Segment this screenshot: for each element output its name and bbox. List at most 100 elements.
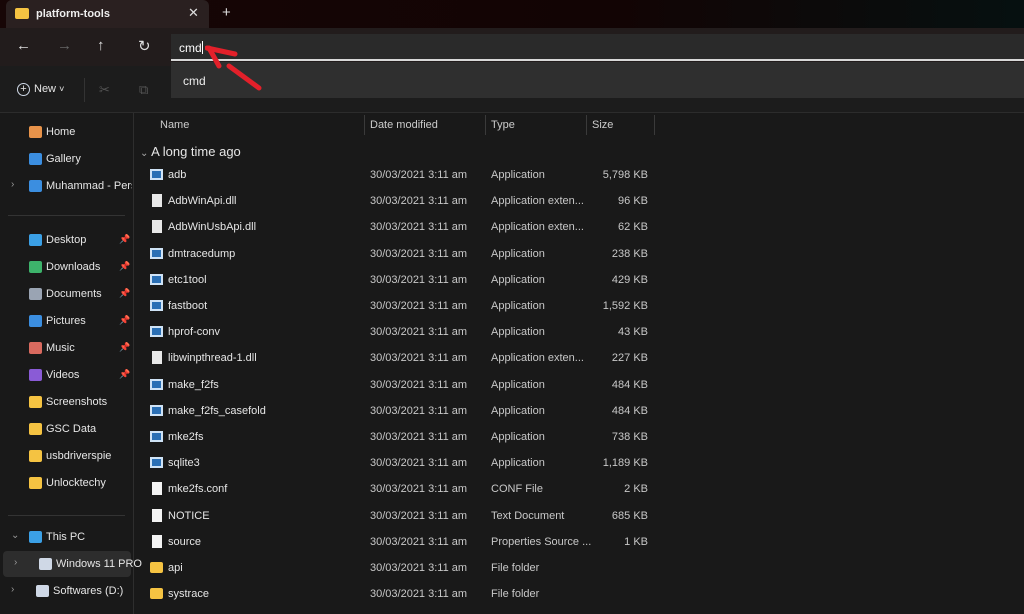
group-header[interactable]: ⌄ A long time ago — [140, 144, 241, 159]
chevron-right-icon[interactable]: › — [11, 179, 14, 190]
sidebar-item-label: Softwares (D:) — [53, 585, 124, 597]
column-date-modified[interactable]: Date modified — [370, 119, 438, 131]
chevron-down-icon: ⌄ — [140, 148, 152, 159]
back-button[interactable]: ← — [16, 37, 31, 54]
file-row[interactable]: adb 30/03/2021 3:11 am Application 5,798… — [140, 162, 660, 188]
address-suggestion-item[interactable]: cmd — [171, 62, 1024, 98]
sidebar-item-this-pc[interactable]: ⌄ This PC — [0, 524, 134, 550]
file-name: AdbWinUsbApi.dll — [168, 221, 257, 234]
file-name: adb — [168, 169, 187, 181]
pin-icon[interactable]: 📌 — [119, 288, 130, 299]
file-row[interactable]: AdbWinUsbApi.dll 30/03/2021 3:11 am Appl… — [140, 214, 660, 240]
file-size: 1,592 KB — [602, 300, 648, 312]
file-row[interactable]: sqlite3 30/03/2021 3:11 am Application 1… — [140, 450, 660, 476]
sidebar-item-muhammad-personal[interactable]: › Muhammad - Personal — [0, 173, 134, 199]
file-row[interactable]: source 30/03/2021 3:11 am Properties Sou… — [140, 529, 660, 555]
document-icon — [152, 508, 162, 522]
file-row[interactable]: AdbWinApi.dll 30/03/2021 3:11 am Applica… — [140, 188, 660, 214]
file-date: 30/03/2021 3:11 am — [370, 378, 468, 391]
file-date: 30/03/2021 3:11 am — [370, 588, 468, 601]
file-type: Properties Source ... — [491, 535, 592, 548]
up-button[interactable]: ↑ — [97, 37, 105, 54]
chevron-right-icon[interactable]: › — [11, 584, 14, 595]
tab-title: platform-tools — [36, 8, 110, 20]
file-name: make_f2fs — [168, 378, 219, 391]
refresh-button[interactable]: ↻ — [138, 37, 151, 55]
file-row[interactable]: mke2fs.conf 30/03/2021 3:11 am CONF File… — [140, 476, 660, 502]
sidebar-item-windows-11-pro-c[interactable]: › Windows 11 PRO (C:) — [3, 551, 142, 577]
sidebar-item-unlocktechy[interactable]: Unlocktechy — [0, 470, 134, 496]
red-arrow-annotation — [205, 45, 262, 91]
sidebar-item-videos[interactable]: Videos 📌 — [0, 362, 134, 388]
pin-icon[interactable]: 📌 — [119, 369, 130, 380]
file-row[interactable]: hprof-conv 30/03/2021 3:11 am Applicatio… — [140, 319, 660, 345]
sidebar-item-music[interactable]: Music 📌 — [0, 335, 134, 361]
file-type: Application — [491, 326, 545, 339]
file-date: 30/03/2021 3:11 am — [370, 221, 468, 234]
file-size: 227 KB — [611, 352, 648, 365]
column-header: Name Date modified Type Size — [135, 113, 1024, 137]
cut-icon[interactable]: ✂ — [99, 82, 110, 98]
file-type: File folder — [491, 562, 540, 574]
file-type: Application — [491, 273, 545, 286]
pin-icon[interactable]: 📌 — [119, 234, 130, 245]
sidebar-item-home[interactable]: Home — [0, 119, 134, 145]
videos-icon — [29, 369, 42, 381]
sidebar-item-downloads[interactable]: Downloads 📌 — [0, 254, 134, 280]
sidebar-item-label: GSC Data — [46, 423, 97, 435]
application-icon — [150, 404, 163, 416]
file-size: 43 KB — [618, 326, 648, 339]
file-row[interactable]: systrace 30/03/2021 3:11 am File folder — [140, 581, 660, 607]
application-icon — [150, 431, 163, 442]
column-name[interactable]: Name — [160, 119, 189, 131]
sidebar-item-pictures[interactable]: Pictures 📌 — [0, 308, 134, 334]
folder-icon — [150, 562, 163, 573]
sidebar-item-desktop[interactable]: Desktop 📌 — [0, 227, 134, 253]
pin-icon[interactable]: 📌 — [119, 342, 130, 353]
sidebar-item-gallery[interactable]: Gallery — [0, 146, 134, 172]
new-label: New — [34, 83, 57, 95]
gallery-icon — [29, 153, 42, 165]
column-type[interactable]: Type — [491, 119, 515, 131]
address-row: ← → ↑ ↻ cmd — [0, 28, 1024, 66]
sidebar-item-documents[interactable]: Documents 📌 — [0, 281, 134, 307]
forward-button[interactable]: → — [57, 37, 72, 54]
file-row[interactable]: etc1tool 30/03/2021 3:11 am Application … — [140, 267, 660, 293]
file-date: 30/03/2021 3:11 am — [370, 326, 468, 339]
file-row[interactable]: make_f2fs_casefold 30/03/2021 3:11 am Ap… — [140, 398, 660, 424]
sidebar-item-gsc-data[interactable]: GSC Data — [0, 416, 134, 442]
dll-file-icon — [152, 194, 162, 208]
chevron-down-icon[interactable]: ⌄ — [11, 530, 19, 541]
file-row[interactable]: libwinpthread-1.dll 30/03/2021 3:11 am A… — [140, 345, 660, 371]
file-row[interactable]: fastboot 30/03/2021 3:11 am Application … — [140, 293, 660, 319]
home-icon — [29, 126, 42, 138]
file-type: Application exten... — [491, 352, 584, 365]
file-type: Application — [491, 404, 545, 417]
new-tab-button[interactable]: + — [222, 4, 231, 21]
file-row[interactable]: dmtracedump 30/03/2021 3:11 am Applicati… — [140, 241, 660, 267]
file-row[interactable]: NOTICE 30/03/2021 3:11 am Text Document … — [140, 503, 660, 529]
file-row[interactable]: mke2fs 30/03/2021 3:11 am Application 73… — [140, 424, 660, 450]
copy-icon[interactable]: ⧉ — [139, 82, 148, 98]
column-size[interactable]: Size — [592, 119, 613, 131]
file-row[interactable]: make_f2fs 30/03/2021 3:11 am Application… — [140, 372, 660, 398]
folder-icon — [29, 396, 42, 408]
file-type: File folder — [491, 588, 540, 601]
folder-icon — [150, 588, 163, 600]
close-tab-button[interactable]: ✕ — [188, 5, 199, 21]
address-input[interactable]: cmd — [171, 34, 1024, 61]
sidebar-item-softwares-d[interactable]: › Softwares (D:) — [0, 578, 134, 604]
file-size: 62 KB — [618, 221, 648, 234]
file-row[interactable]: api 30/03/2021 3:11 am File folder — [140, 555, 660, 581]
file-type: Application exten... — [491, 221, 584, 234]
address-value: cmd — [179, 41, 202, 55]
file-name: dmtracedump — [168, 247, 236, 260]
new-button[interactable]: + New ˅ — [17, 83, 64, 96]
pin-icon[interactable]: 📌 — [119, 261, 130, 272]
sidebar-item-usbdriverspie[interactable]: usbdriverspie — [0, 443, 134, 469]
sidebar-item-screenshots[interactable]: Screenshots — [0, 389, 134, 415]
tab-platform-tools[interactable]: platform-tools ✕ — [6, 0, 209, 28]
navigation-pane: HomeGallery›Muhammad - PersonalDesktop📌D… — [0, 113, 142, 614]
chevron-right-icon[interactable]: › — [14, 557, 17, 568]
pin-icon[interactable]: 📌 — [119, 315, 130, 326]
